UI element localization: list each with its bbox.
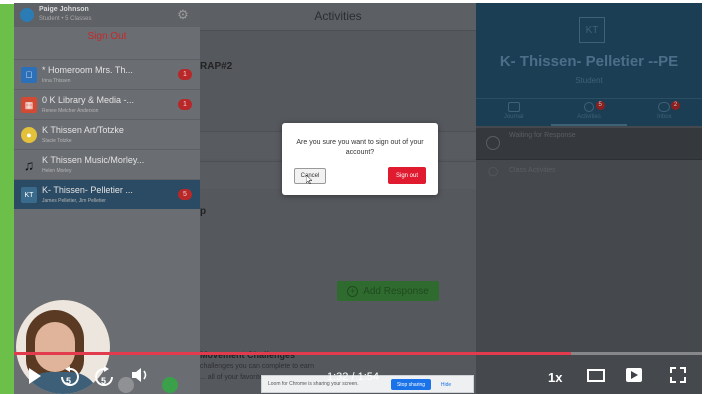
video-player[interactable]: Activities RAP#2 p + Add Response Moveme… — [14, 3, 702, 394]
tab-label: Journal — [503, 114, 524, 120]
user-name: Paige Johnson — [39, 6, 89, 13]
activities-badge: 5 — [595, 101, 605, 110]
tab-label: Activities — [577, 114, 601, 120]
class-title: K Thissen Art/Totzke — [42, 125, 124, 135]
class-item-music[interactable]: ♫ K Thissen Music/Morley... Helen Morley — [14, 149, 200, 179]
tab-activities[interactable]: 5 Activities — [551, 99, 627, 126]
skip-forward-seconds: 5 — [101, 376, 107, 386]
user-subtitle: Student • 5 Classes — [39, 16, 92, 22]
class-item-homeroom[interactable]:  * Homeroom Mrs. Th... Irina Thissen 1 — [14, 59, 200, 89]
activity-label-partial: RAP#2 — [200, 61, 233, 72]
class-role: Student — [575, 76, 603, 85]
playback-time: 1:32 / 1:54 — [327, 371, 379, 383]
miniplayer-icon[interactable] — [624, 365, 644, 385]
class-activities-label: Class Activities — [509, 167, 556, 174]
apple-icon:  — [21, 67, 37, 83]
journal-icon — [507, 102, 520, 112]
class-title: K- Thissen- Pelletier ... — [42, 185, 133, 195]
class-name: K- Thissen- Pelletier --PE — [499, 53, 679, 70]
plus-circle-icon: + — [347, 285, 359, 297]
class-initials-icon: KT — [21, 187, 37, 203]
music-note-icon: ♫ — [23, 157, 35, 173]
class-profile-pane: KT K- Thissen- Pelletier --PE Student Jo… — [476, 3, 702, 394]
clock-icon — [486, 136, 500, 150]
chat-bubble-icon — [658, 102, 671, 112]
waiting-for-response-row[interactable]: Waiting for Response — [476, 128, 702, 160]
progress-fill — [14, 352, 572, 355]
class-badge: 1 — [178, 69, 192, 80]
class-teacher: Renee Melcher Anderson — [42, 108, 99, 114]
class-title: 0 K Library & Media -... — [42, 95, 135, 105]
gear-icon[interactable]: ⚙ — [176, 8, 190, 22]
class-avatar: KT — [579, 17, 605, 43]
book-icon: ▦ — [21, 97, 37, 113]
fullscreen-icon[interactable] — [668, 365, 688, 385]
sign-out-button[interactable]: Sign out — [388, 167, 426, 184]
player-controls: 5 5 1:32 / 1:54 1x — [14, 361, 702, 394]
tab-inbox[interactable]: 2 Inbox — [627, 99, 702, 126]
class-teacher: James Pelletier, Jim Pelletier — [42, 198, 106, 204]
palette-icon: ● — [21, 127, 37, 143]
class-item-library[interactable]: ▦ 0 K Library & Media -... Renee Melcher… — [14, 89, 200, 119]
tab-label: Inbox — [656, 114, 672, 120]
class-item-pe[interactable]: KT K- Thissen- Pelletier ... James Pelle… — [14, 179, 200, 209]
sign-out-link[interactable]: Sign Out — [14, 31, 200, 42]
class-title: K Thissen Music/Morley... — [42, 155, 145, 165]
screen: Activities RAP#2 p + Add Response Moveme… — [0, 0, 706, 394]
skip-back-button[interactable]: 5 — [58, 365, 82, 389]
class-badge: 5 — [178, 189, 192, 200]
class-title: * Homeroom Mrs. Th... — [42, 65, 133, 75]
waiting-label: Waiting for Response — [509, 132, 576, 139]
activities-pane: Activities RAP#2 p + Add Response Moveme… — [200, 3, 476, 394]
skip-forward-button[interactable]: 5 — [92, 365, 116, 389]
volume-icon[interactable] — [130, 365, 150, 385]
user-account-row: Paige Johnson Student • 5 Classes ⚙ — [14, 3, 200, 27]
inbox-badge: 2 — [670, 101, 680, 110]
theater-mode-icon[interactable] — [586, 365, 606, 385]
green-side-bar — [0, 0, 14, 394]
tab-journal[interactable]: Journal — [476, 99, 551, 126]
class-badge: 1 — [178, 99, 192, 110]
profile-tabs: Journal 5 Activities 2 Inbox — [476, 98, 702, 126]
class-teacher: Helen Morley — [42, 168, 72, 174]
activities-header: Activities — [200, 3, 476, 31]
play-icon[interactable] — [26, 365, 44, 387]
progress-bar[interactable] — [14, 352, 702, 355]
lightbulb-icon: ◯ — [488, 166, 499, 176]
class-profile-header: KT K- Thissen- Pelletier --PE Student — [476, 3, 702, 98]
class-activities-row[interactable]: ◯ Class Activities — [476, 160, 702, 182]
loom-check-icon[interactable] — [162, 377, 178, 393]
avatar — [20, 8, 34, 22]
dialog-message: Are you sure you want to sign out of you… — [296, 139, 424, 156]
activity-label-partial: p — [200, 206, 207, 217]
class-item-art[interactable]: ● K Thissen Art/Totzke Stacie Totzke — [14, 119, 200, 149]
lightbulb-icon — [583, 102, 594, 112]
playback-speed-button[interactable]: 1x — [548, 370, 562, 385]
add-response-button[interactable]: + Add Response — [337, 281, 439, 301]
activities-title: Activities — [314, 9, 362, 23]
class-list:  * Homeroom Mrs. Th... Irina Thissen 1 … — [14, 59, 200, 209]
sign-out-dialog: Are you sure you want to sign out of you… — [282, 123, 438, 195]
add-response-label: Add Response — [363, 285, 429, 297]
skip-back-seconds: 5 — [66, 376, 72, 386]
mouse-cursor-icon — [306, 175, 312, 184]
class-teacher: Stacie Totzke — [42, 138, 72, 144]
class-teacher: Irina Thissen — [42, 78, 71, 84]
